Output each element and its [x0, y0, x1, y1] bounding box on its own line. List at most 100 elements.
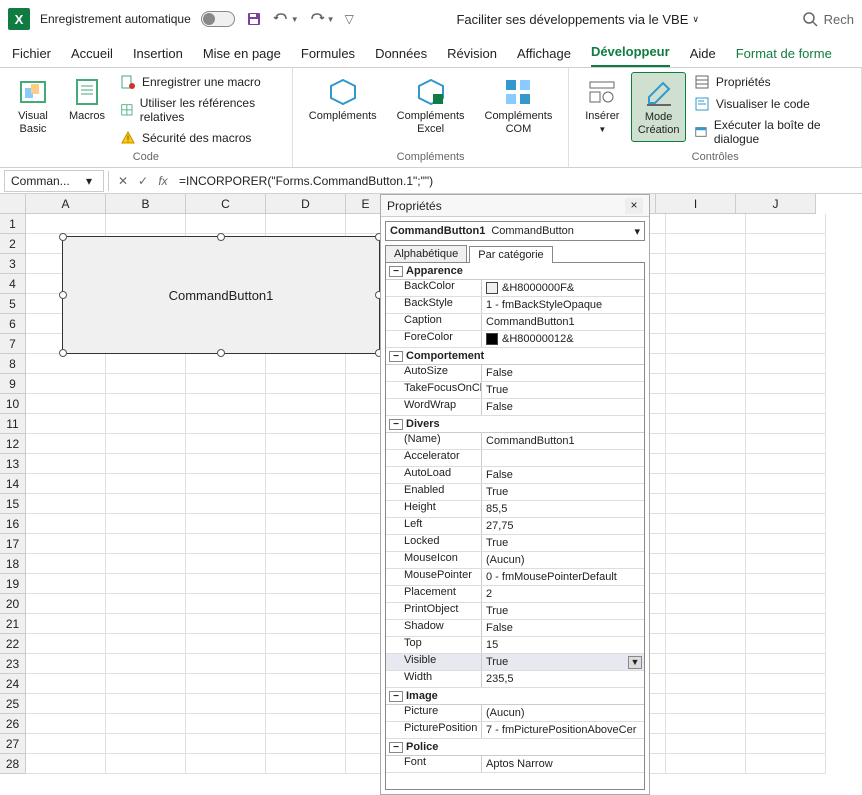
autosave-toggle[interactable]: [201, 11, 235, 27]
document-title[interactable]: Faciliter ses développements via le VBE …: [364, 12, 792, 27]
cell[interactable]: [746, 414, 826, 434]
column-header[interactable]: C: [186, 194, 266, 214]
name-box[interactable]: Comman... ▾: [4, 170, 104, 192]
row-header[interactable]: 13: [0, 454, 26, 474]
mode-creation-button[interactable]: Mode Création: [631, 72, 686, 142]
cell[interactable]: [26, 434, 106, 454]
category-apparence[interactable]: −Apparence: [386, 263, 644, 280]
cell[interactable]: [26, 594, 106, 614]
cell[interactable]: [106, 534, 186, 554]
tab-alphabetique[interactable]: Alphabétique: [385, 245, 467, 262]
prop-row[interactable]: Height85,5: [386, 501, 644, 518]
cell[interactable]: [666, 634, 746, 654]
cell[interactable]: [666, 674, 746, 694]
row-header[interactable]: 25: [0, 694, 26, 714]
tab-donnees[interactable]: Données: [375, 40, 427, 67]
cell[interactable]: [746, 354, 826, 374]
cell[interactable]: [26, 374, 106, 394]
cell[interactable]: [666, 594, 746, 614]
cell[interactable]: [666, 434, 746, 454]
cell[interactable]: [26, 574, 106, 594]
cell[interactable]: [266, 554, 346, 574]
column-header[interactable]: B: [106, 194, 186, 214]
cell[interactable]: [186, 674, 266, 694]
cell[interactable]: [106, 414, 186, 434]
row-header[interactable]: 28: [0, 754, 26, 774]
cell[interactable]: [26, 614, 106, 634]
cell[interactable]: [186, 474, 266, 494]
category-divers[interactable]: −Divers: [386, 416, 644, 433]
undo-button[interactable]: ▼: [273, 11, 299, 27]
cell[interactable]: [186, 634, 266, 654]
prop-row[interactable]: WordWrapFalse: [386, 399, 644, 416]
row-header[interactable]: 10: [0, 394, 26, 414]
cell[interactable]: [666, 394, 746, 414]
command-button-control[interactable]: CommandButton1: [62, 236, 380, 354]
row-header[interactable]: 15: [0, 494, 26, 514]
cell[interactable]: [26, 474, 106, 494]
cell[interactable]: [746, 554, 826, 574]
tab-formules[interactable]: Formules: [301, 40, 355, 67]
cell[interactable]: [746, 314, 826, 334]
cell[interactable]: [186, 214, 266, 234]
complements-button[interactable]: Compléments: [301, 72, 385, 127]
cell[interactable]: [746, 334, 826, 354]
cell[interactable]: [26, 754, 106, 774]
cell[interactable]: [746, 274, 826, 294]
resize-handle[interactable]: [59, 233, 67, 241]
tab-aide[interactable]: Aide: [690, 40, 716, 67]
cell[interactable]: [746, 594, 826, 614]
cell[interactable]: [186, 534, 266, 554]
tab-developpeur[interactable]: Développeur: [591, 38, 670, 67]
cell[interactable]: [106, 654, 186, 674]
macro-security-button[interactable]: ! Sécurité des macros: [116, 128, 284, 148]
prop-row[interactable]: ShadowFalse: [386, 620, 644, 637]
accept-formula-button[interactable]: ✓: [133, 171, 153, 191]
cell[interactable]: [666, 354, 746, 374]
cell[interactable]: [26, 534, 106, 554]
prop-row[interactable]: Width235,5: [386, 671, 644, 688]
cell[interactable]: [746, 254, 826, 274]
prop-row[interactable]: Top15: [386, 637, 644, 654]
cell[interactable]: [746, 454, 826, 474]
tab-fichier[interactable]: Fichier: [12, 40, 51, 67]
category-comportement[interactable]: −Comportement: [386, 348, 644, 365]
cell[interactable]: [746, 374, 826, 394]
tab-par-categorie[interactable]: Par catégorie: [469, 246, 552, 263]
tab-format-forme[interactable]: Format de forme: [736, 40, 832, 67]
row-header[interactable]: 21: [0, 614, 26, 634]
prop-row[interactable]: AutoLoadFalse: [386, 467, 644, 484]
cell[interactable]: [746, 754, 826, 774]
row-header[interactable]: 17: [0, 534, 26, 554]
tab-revision[interactable]: Révision: [447, 40, 497, 67]
object-selector[interactable]: CommandButton1 CommandButton ▾: [385, 221, 645, 241]
row-header[interactable]: 22: [0, 634, 26, 654]
cell[interactable]: [106, 494, 186, 514]
cell[interactable]: [106, 514, 186, 534]
prop-row[interactable]: Placement2: [386, 586, 644, 603]
cell[interactable]: [666, 514, 746, 534]
close-button[interactable]: ×: [625, 198, 643, 214]
cell[interactable]: [746, 214, 826, 234]
tab-mise-en-page[interactable]: Mise en page: [203, 40, 281, 67]
prop-row[interactable]: LockedTrue: [386, 535, 644, 552]
cell[interactable]: [266, 674, 346, 694]
fx-button[interactable]: fx: [153, 171, 173, 191]
tab-insertion[interactable]: Insertion: [133, 40, 183, 67]
cell[interactable]: [266, 494, 346, 514]
visual-basic-button[interactable]: Visual Basic: [8, 72, 58, 140]
cell[interactable]: [186, 414, 266, 434]
row-header[interactable]: 8: [0, 354, 26, 374]
resize-handle[interactable]: [59, 349, 67, 357]
row-header[interactable]: 14: [0, 474, 26, 494]
cell[interactable]: [106, 554, 186, 574]
cell[interactable]: [186, 614, 266, 634]
prop-row[interactable]: PrintObjectTrue: [386, 603, 644, 620]
cell[interactable]: [746, 734, 826, 754]
row-header[interactable]: 20: [0, 594, 26, 614]
relative-references-button[interactable]: Utiliser les références relatives: [116, 94, 284, 126]
executer-dialogue-button[interactable]: Exécuter la boîte de dialogue: [690, 116, 853, 148]
cell[interactable]: [106, 614, 186, 634]
cell[interactable]: [106, 594, 186, 614]
cell[interactable]: [106, 214, 186, 234]
